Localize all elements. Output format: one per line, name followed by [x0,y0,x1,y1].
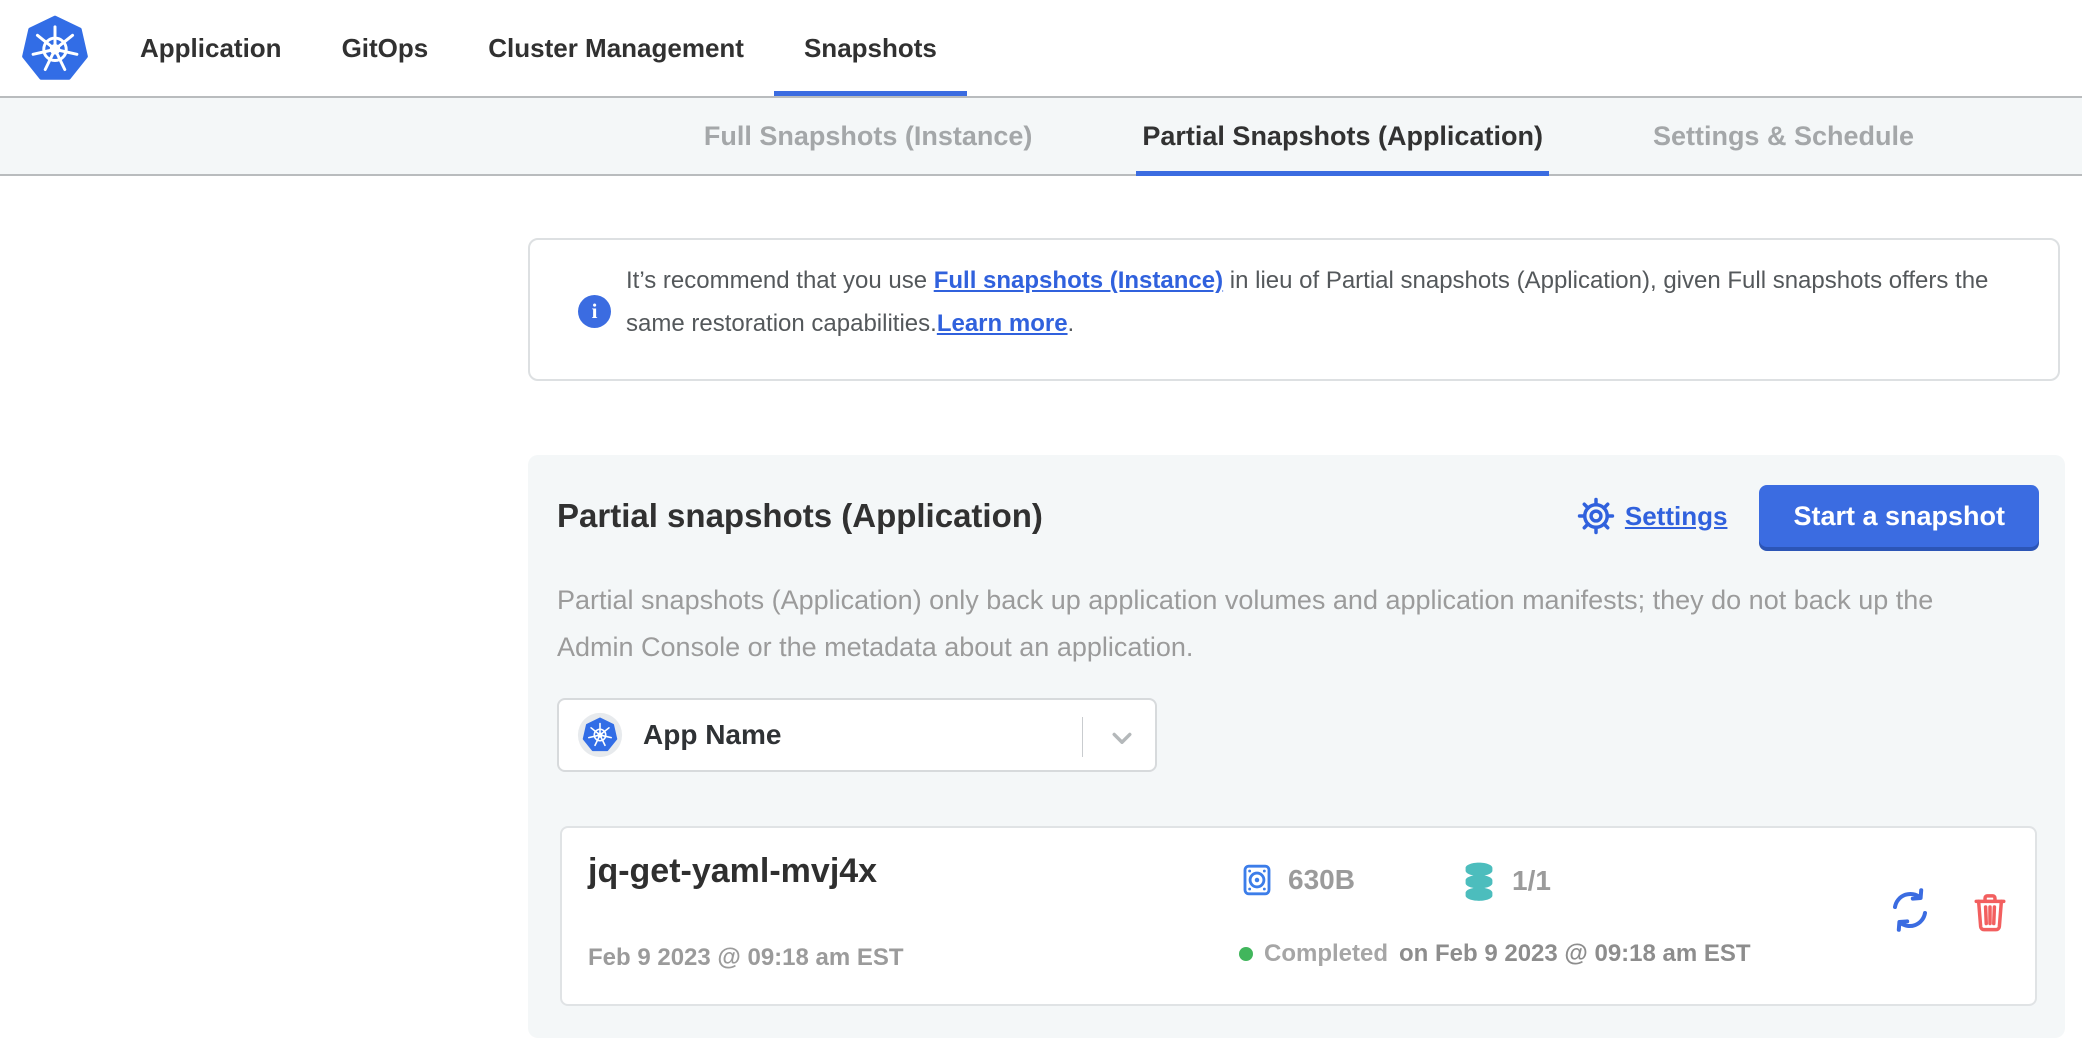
database-icon [1459,860,1499,902]
snapshot-size-value: 630B [1288,864,1355,896]
nav-item-snapshots[interactable]: Snapshots [774,0,967,96]
gear-icon [1577,497,1615,535]
snapshot-volumes: 1/1 [1459,860,1551,902]
kubernetes-icon [577,712,623,758]
info-icon: i [578,295,611,328]
info-banner-text: It’s recommend that you use Full snapsho… [626,259,2031,345]
panel-title: Partial snapshots (Application) [557,497,1043,535]
restore-snapshot-button[interactable] [1886,886,1934,934]
start-snapshot-button[interactable]: Start a snapshot [1759,485,2039,547]
snapshot-name: jq-get-yaml-mvj4x [588,852,877,891]
disk-icon [1239,862,1275,898]
top-nav-items: Application GitOps Cluster Management Sn… [110,0,967,96]
snapshot-size: 630B [1239,862,1355,898]
info-banner: i It’s recommend that you use Full snaps… [528,238,2060,381]
snapshot-volumes-value: 1/1 [1512,865,1551,897]
snapshot-completed-timestamp: on Feb 9 2023 @ 09:18 am EST [1399,940,1751,968]
restore-icon [1886,886,1934,934]
learn-more-link[interactable]: Learn more [937,310,1068,337]
tab-full-snapshots-instance[interactable]: Full Snapshots (Instance) [698,98,1039,174]
info-text-after: . [1068,310,1075,337]
settings-link[interactable]: Settings [1577,497,1728,535]
nav-item-cluster-management[interactable]: Cluster Management [458,0,774,96]
full-snapshots-instance-link[interactable]: Full snapshots (Instance) [934,267,1223,294]
panel-description: Partial snapshots (Application) only bac… [557,577,2012,671]
snapshots-subnav: Full Snapshots (Instance) Partial Snapsh… [0,96,2082,176]
snapshot-status: Completed on Feb 9 2023 @ 09:18 am EST [1239,940,1751,968]
trash-icon [1968,890,2012,934]
app-name-selector[interactable]: App Name [557,698,1157,772]
snapshot-row: jq-get-yaml-mvj4x Feb 9 2023 @ 09:18 am … [560,826,2037,1006]
status-dot-icon [1239,947,1253,961]
nav-item-gitops[interactable]: GitOps [312,0,459,96]
snapshot-status-label: Completed [1264,940,1388,968]
delete-snapshot-button[interactable] [1968,890,2012,934]
info-text-before: It’s recommend that you use [626,267,934,294]
app-selector-value: App Name [643,719,781,751]
tab-partial-snapshots-application[interactable]: Partial Snapshots (Application) [1136,98,1549,174]
tab-settings-and-schedule[interactable]: Settings & Schedule [1647,98,1920,174]
kubernetes-logo-icon [22,15,88,81]
settings-link-label: Settings [1625,501,1728,532]
snapshots-page: Application GitOps Cluster Management Sn… [0,0,2082,1056]
partial-snapshots-panel: Partial snapshots (Application) [528,455,2065,1038]
top-nav: Application GitOps Cluster Management Sn… [0,0,2082,96]
snapshot-started-timestamp: Feb 9 2023 @ 09:18 am EST [588,944,904,972]
chevron-down-icon[interactable] [1105,721,1139,755]
selector-divider [1082,717,1083,757]
nav-item-application[interactable]: Application [110,0,312,96]
panel-actions: Settings Start a snapshot [1577,485,2039,547]
